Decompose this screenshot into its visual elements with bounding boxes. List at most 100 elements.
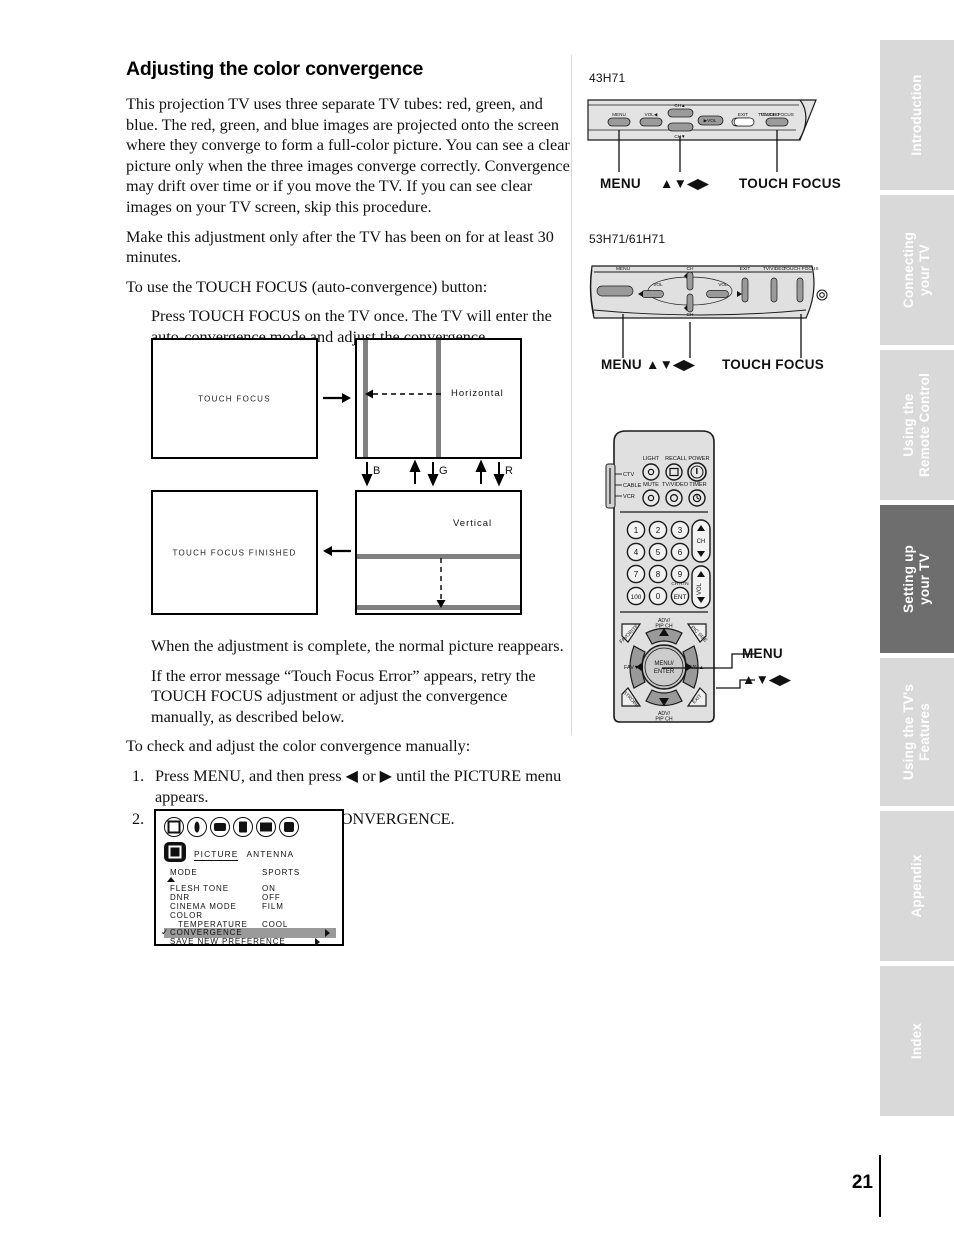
picture-menu-icon[interactable] [164,817,184,837]
svg-text:CTV: CTV [623,472,634,478]
figure-a-callout-menu: MENU [600,176,641,191]
setup-menu-icon[interactable] [256,817,276,837]
sidebar-item-introduction[interactable]: Introduction [880,40,954,190]
svg-text:POWER: POWER [688,456,709,462]
paragraph-touch-focus-lead: To use the TOUCH FOCUS (auto-convergence… [126,277,488,296]
footer-rule [879,1155,881,1217]
svg-text:TV/VIDEO: TV/VIDEO [662,482,689,488]
svg-text:VOL: VOL [697,582,703,595]
svg-text:CH▲: CH▲ [674,103,685,108]
svg-text:TIMER: TIMER [689,482,706,488]
osd-row-value: SPORTS [262,868,301,877]
osd-row-key: COLOR [170,911,203,920]
osd-picture-menu: PICTURE ANTENNA MODE SPORTS FLESH TONE O… [154,809,344,946]
osd-row-key: DNR [170,893,191,902]
osd-row-key: MODE [170,868,198,877]
sidebar-item-connecting-your-tv[interactable]: Connecting your TV [880,195,954,345]
svg-text:2: 2 [656,526,661,535]
svg-text:VOL: VOL [718,282,728,288]
figure-b-callout-touch-focus: TOUCH FOCUS [722,357,825,372]
osd-row-flesh-tone[interactable]: FLESH TONE ON [170,884,334,893]
step-number: 2. [132,810,145,829]
svg-text:8: 8 [656,570,661,579]
remote-callout-menu: MENU [742,646,783,661]
page-number: 21 [851,1172,873,1193]
osd-row-key: SAVE NEW PREFERENCE [170,937,286,946]
osd-row-convergence[interactable]: CONVERGENCE [170,928,334,937]
svg-text:1: 1 [634,526,639,535]
paragraph-error: If the error message “Touch Focus Error”… [151,666,536,726]
osd-row-save-new-preference[interactable]: SAVE NEW PREFERENCE [170,937,334,946]
flow-screen-finished-caption: TOUCH FOCUS FINISHED [172,548,297,557]
paragraph-manual-lead: To check and adjust the color convergenc… [126,737,471,756]
lock-menu-icon[interactable] [233,817,253,837]
step-number: 1. [132,766,145,785]
figure-a-callout-touch-focus: TOUCH FOCUS [739,176,842,191]
flow-vertical-shift-arrow-icon [436,558,446,608]
figure-a-callout-lines [618,130,778,172]
osd-selected-menu-icon [164,842,186,862]
sidebar-item-label: Index [909,1022,924,1060]
manual-page: Adjusting the color convergence This pro… [0,0,954,1235]
flow-label-g: G [439,465,449,477]
flow-label-r: R [505,465,514,477]
osd-row-key: FLESH TONE [170,884,229,893]
osd-row-value [262,911,334,920]
svg-text:0: 0 [656,592,661,601]
page-title: Adjusting the color convergence [126,58,424,80]
remote-callout-lines [662,653,755,689]
svg-text:EXIT: EXIT [738,112,748,117]
svg-text:ENT: ENT [674,594,687,601]
antenna-menu-icon[interactable] [279,817,299,837]
svg-text:9: 9 [678,570,683,579]
sidebar-item-label: Connecting your TV [901,231,932,309]
flow-arrow-left-icon [323,546,351,556]
svg-text:CH: CH [697,539,706,545]
osd-icon-row [164,817,299,837]
flow-screen-touch-focus: TOUCH FOCUS [151,338,318,459]
osd-row-color[interactable]: COLOR [170,911,334,920]
svg-text:CH RTN: CH RTN [671,581,688,586]
sidebar-item-using-the-remote-control[interactable]: Using the Remote Control [880,350,954,500]
osd-row-value: ON [262,884,276,893]
svg-text:VOL◀: VOL◀ [645,112,658,117]
osd-row-dnr[interactable]: DNR OFF [170,893,334,902]
osd-submenu-arrow-icon [325,929,330,937]
svg-text:CH: CH [687,266,694,272]
svg-text:MENU: MENU [616,266,631,272]
svg-text:PIP CH: PIP CH [655,717,672,723]
flow-arrow-right-icon [323,393,351,403]
svg-text:VOL: VOL [653,282,663,288]
tab-picture[interactable]: PICTURE [194,849,239,861]
svg-text:3: 3 [678,526,683,535]
sidebar-item-index[interactable]: Index [880,966,954,1116]
paragraph-intro: This projection TV uses three separate T… [126,95,570,216]
flow-screen-horizontal-caption: Horizontal [451,388,504,399]
tab-antenna[interactable]: ANTENNA [246,849,294,859]
svg-text:TOUCH FOCUS: TOUCH FOCUS [760,112,794,117]
sidebar-item-using-the-tvs-features[interactable]: Using the TV's Features [880,658,954,806]
svg-text:TOUCH FOCUS: TOUCH FOCUS [783,266,818,272]
svg-text:6: 6 [678,548,683,557]
svg-text:MENU: MENU [612,112,626,117]
video-input-menu-icon[interactable] [210,817,230,837]
convergence-flow-diagram: TOUCH FOCUS Horizontal B G R Vertical TO… [151,338,526,615]
flow-screen-horizontal: Horizontal [355,338,522,459]
svg-text:LIGHT: LIGHT [643,456,660,462]
audio-menu-icon[interactable] [187,817,207,837]
sidebar-item-setting-up-your-tv[interactable]: Setting up your TV [880,505,954,653]
figure-a-model-label: 43H71 [589,71,626,85]
osd-row-cinema-mode[interactable]: CINEMA MODE FILM [170,902,334,911]
sidebar-item-label: Using the Remote Control [901,372,932,478]
svg-text:FAV▼: FAV▼ [624,665,639,671]
sidebar-item-label: Using the TV's Features [901,683,932,781]
osd-tab-bar: PICTURE ANTENNA [194,849,294,861]
svg-text:CABLE: CABLE [623,483,642,489]
svg-text:TV/VIDEO: TV/VIDEO [763,266,786,272]
svg-text:EXIT: EXIT [740,266,751,272]
sidebar-item-appendix[interactable]: Appendix [880,811,954,961]
osd-submenu-arrow-icon-2 [315,938,320,946]
list-item: 1. Press MENU, and then press ◀ or ▶ unt… [126,766,574,807]
section-tab-rail: Introduction Connecting your TV Using th… [880,40,954,1121]
osd-row-value: FILM [262,902,284,911]
